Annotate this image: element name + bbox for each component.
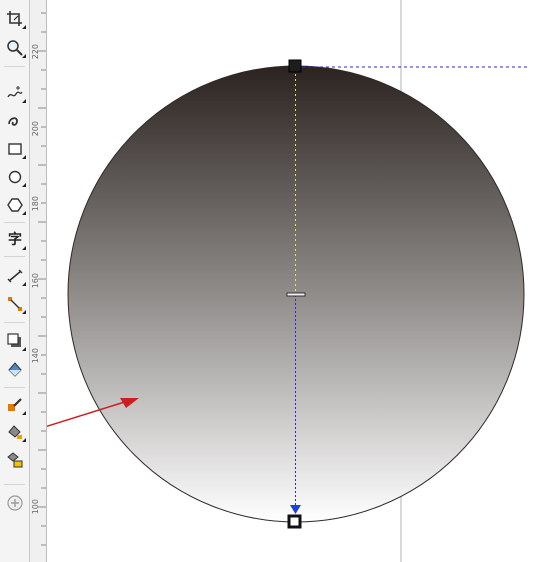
add-tool-button[interactable] [3,492,27,514]
flyout-corner-icon [22,347,26,351]
separator [4,66,25,67]
text-glyph-icon: 字 [8,232,22,248]
flyout-corner-icon [22,310,26,314]
flyout-corner-icon [22,438,26,442]
flyout-corner-icon [22,246,26,250]
flyout-corner-icon [22,99,26,103]
crop-tool[interactable] [3,8,27,30]
flyout-corner-icon [22,155,26,159]
flyout-corner-icon [22,211,26,215]
separator [4,322,25,323]
separator [4,387,25,388]
vertical-ruler[interactable]: 220 200 180 160 140 100 [30,0,47,562]
ellipse-tool[interactable] [3,166,27,188]
ruler-label-200: 200 [31,121,40,137]
end-color-swatch [290,517,299,526]
smart-fill-tool[interactable] [3,449,27,471]
dimension-tool[interactable] [3,265,27,287]
connector-tool[interactable] [3,293,27,315]
eyedropper-tool[interactable] [3,394,27,416]
ruler-label-220: 220 [31,44,40,60]
flyout-corner-icon [22,54,26,58]
midpoint-slider[interactable] [286,292,306,297]
smart-drawing-icon [8,117,18,126]
freehand-tool[interactable] [3,82,27,104]
polygon-tool[interactable] [3,194,27,216]
smart-fill-icon [7,452,23,468]
transparency-icon [8,362,22,377]
start-color-handle[interactable] [288,59,302,73]
zoom-tool[interactable] [3,37,27,59]
flyout-corner-icon [22,25,26,29]
add-tool-icon [7,495,23,511]
separator [4,256,25,257]
toolbox: 字 [0,0,30,562]
drawing-canvas[interactable] [47,0,550,562]
separator [4,222,25,223]
transparency-tool[interactable] [3,358,27,380]
flyout-corner-icon [22,183,26,187]
rectangle-tool[interactable] [3,138,27,160]
drop-shadow-tool[interactable] [3,330,27,352]
flyout-corner-icon [22,282,26,286]
separator [4,484,25,485]
flyout-corner-icon [22,411,26,415]
interactive-fill-tool[interactable] [3,421,27,443]
ruler-label-100: 100 [31,499,40,515]
ruler-label-160: 160 [31,273,40,289]
text-tool[interactable]: 字 [3,229,27,251]
ruler-label-180: 180 [31,196,40,212]
ruler-label-140: 140 [31,348,40,364]
smart-drawing-tool[interactable] [3,110,27,132]
